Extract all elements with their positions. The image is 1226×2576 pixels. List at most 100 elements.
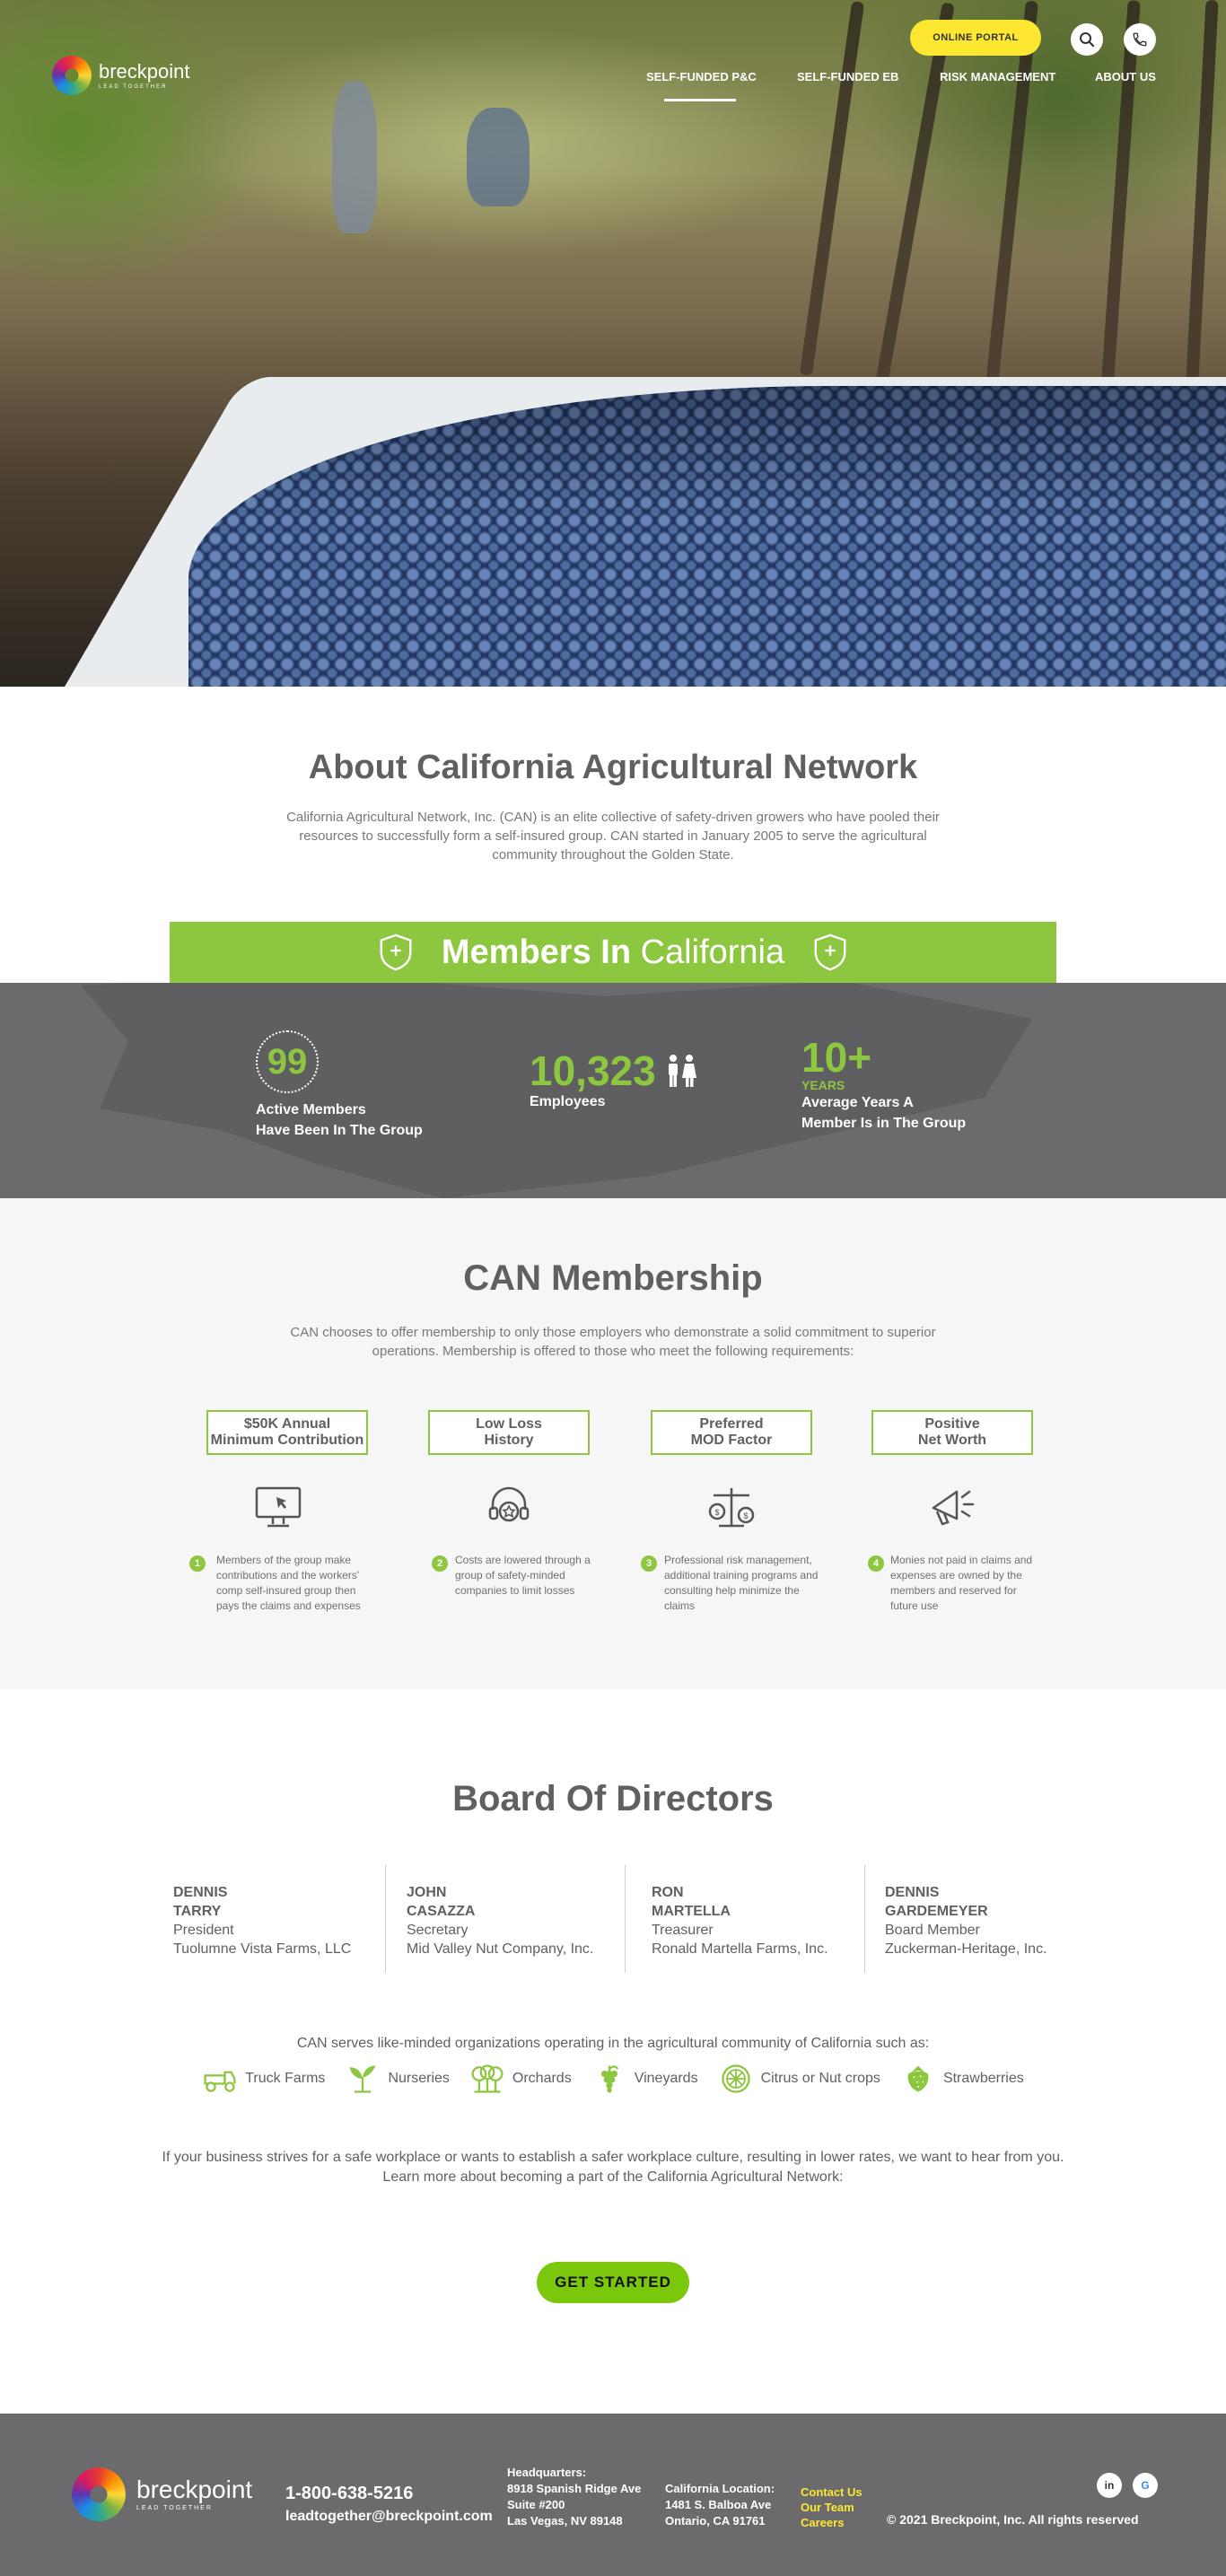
- trees-icon: [471, 2064, 504, 2093]
- footer-email[interactable]: leadtogether@breckpoint.com: [285, 2509, 493, 2525]
- industry-item: Citrus or Nut crops: [718, 2063, 880, 2095]
- footer-phone[interactable]: 1-800-638-5216: [285, 2484, 413, 2504]
- svg-text:$: $: [743, 1511, 748, 1520]
- footer: breckpoint LEAD TOGETHER 1-800-638-5216 …: [0, 2414, 1226, 2576]
- stat-years: 10+ YEARS Average Years A Member Is in T…: [801, 1037, 966, 1134]
- stat-members-value: 99: [267, 1042, 308, 1082]
- logo-burst-icon: [72, 2467, 126, 2521]
- serves-text: CAN serves like-minded organizations ope…: [296, 2036, 930, 2051]
- director-last-name: GARDEMEYER: [885, 1904, 988, 1919]
- phone-icon: [1133, 32, 1147, 47]
- director-first-name: JOHN: [407, 1885, 447, 1900]
- search-icon: [1080, 32, 1095, 48]
- hero-image: [0, 0, 1226, 687]
- requirement-title: Preferred: [699, 1416, 764, 1432]
- linkedin-label: in: [1104, 2479, 1115, 2492]
- footer-link-careers[interactable]: Careers: [801, 2516, 844, 2529]
- nav-self-funded-eb[interactable]: SELF-FUNDED EB: [797, 70, 898, 83]
- copyright-text: © 2021 Breckpoint, Inc. All rights reser…: [887, 2512, 1139, 2527]
- stat-years-unit: YEARS: [801, 1078, 845, 1092]
- cta-line-2: Learn more about becoming a part of the …: [382, 2169, 844, 2185]
- director-company: Ronald Martella Farms, Inc.: [652, 1941, 828, 1957]
- stat-years-value: 10+: [801, 1034, 872, 1081]
- google-icon[interactable]: G: [1133, 2473, 1158, 2498]
- requirement-box: Positive Net Worth: [871, 1410, 1033, 1455]
- brand-logo[interactable]: breckpoint LEAD TOGETHER: [52, 56, 190, 95]
- board-title-light: Of Directors: [556, 1779, 774, 1818]
- address-line: Ontario, CA 91761: [665, 2514, 766, 2528]
- membership-text: CAN chooses to offer membership to only …: [290, 1325, 936, 1359]
- industry-item: Strawberries: [900, 2063, 1024, 2095]
- megaphone-icon: [932, 1490, 975, 1526]
- director-card: DENNIS TARRY President Tuolumne Vista Fa…: [173, 1883, 389, 1958]
- phone-button[interactable]: [1124, 23, 1156, 56]
- address-line: Las Vegas, NV 89148: [507, 2514, 623, 2528]
- sprout-icon: [349, 2065, 376, 2093]
- requirement-title: $50K Annual: [243, 1416, 331, 1432]
- page: { "brand": {"name": "breckpoint", "tagli…: [0, 0, 1226, 2576]
- cta-line-1: If your business strives for a safe work…: [162, 2150, 1064, 2165]
- footer-logo[interactable]: breckpoint LEAD TOGETHER: [72, 2467, 252, 2521]
- monitor-cursor-icon: [255, 1486, 302, 1528]
- director-last-name: CASAZZA: [407, 1904, 476, 1919]
- citrus-icon: [721, 2064, 750, 2093]
- about-title-light: Agricultural Network: [574, 749, 918, 786]
- industry-item: Vineyards: [591, 2063, 698, 2095]
- requirement-box: Low Loss History: [428, 1410, 590, 1455]
- members-banner-light: California: [631, 933, 785, 971]
- members-banner-title: Members In California: [442, 933, 784, 972]
- linkedin-icon[interactable]: in: [1097, 2473, 1122, 2498]
- logo-text: breckpoint: [99, 59, 190, 83]
- requirement-subtitle: Minimum Contribution: [210, 1433, 364, 1448]
- nav-risk-management[interactable]: RISK MANAGEMENT: [940, 70, 1055, 83]
- scales-icon: $ $: [708, 1488, 755, 1528]
- industry-item: Truck Farms: [202, 2063, 325, 2095]
- nav-about-us[interactable]: ABOUT US: [1095, 70, 1156, 83]
- requirement-title: Low Loss: [476, 1416, 542, 1432]
- requirement-box: $50K Annual Minimum Contribution: [206, 1410, 368, 1455]
- director-first-name: DENNIS: [173, 1885, 228, 1900]
- board-title-bold: Board: [452, 1779, 556, 1818]
- online-portal-button[interactable]: ONLINE PORTAL: [910, 20, 1041, 56]
- nav-self-funded-pc[interactable]: SELF-FUNDED P&C: [646, 70, 757, 83]
- google-label: G: [1141, 2479, 1150, 2492]
- address-title: Headquarters:: [507, 2466, 587, 2479]
- tractor-icon: [204, 2071, 236, 2092]
- logo-tagline: LEAD TOGETHER: [99, 83, 168, 90]
- stat-members-label2: Have Been In The Group: [256, 1123, 423, 1138]
- footer-link-contact[interactable]: Contact Us: [801, 2485, 863, 2499]
- requirement-number: 3: [641, 1555, 657, 1572]
- industry-label: Orchards: [512, 2071, 572, 2086]
- about-text: California Agricultural Network, Inc. (C…: [286, 810, 940, 863]
- divider: [625, 1865, 626, 1973]
- stat-employees-value: 10,323: [530, 1047, 656, 1094]
- industry-item: Nurseries: [345, 2063, 450, 2095]
- director-first-name: DENNIS: [885, 1885, 940, 1900]
- stat-employees: 10,323 Employees: [530, 1050, 699, 1112]
- footer-link-team[interactable]: Our Team: [801, 2501, 854, 2514]
- requirement-description: Costs are lowered through a group of saf…: [455, 1554, 591, 1597]
- members-banner: Members In California: [170, 922, 1056, 983]
- requirement-title: Positive: [924, 1416, 980, 1432]
- shield-plus-icon: [814, 933, 846, 971]
- requirement-number: 4: [868, 1555, 884, 1572]
- board-title: Board Of Directors: [0, 1779, 1226, 1819]
- requirement-number: 2: [432, 1555, 448, 1572]
- director-card: DENNIS GARDEMEYER Board Member Zuckerman…: [885, 1883, 1100, 1958]
- requirement-subtitle: MOD Factor: [690, 1433, 773, 1448]
- stat-years-label1: Average Years A: [801, 1095, 914, 1110]
- industry-label: Strawberries: [942, 2071, 1024, 2086]
- director-company: Zuckerman-Heritage, Inc.: [885, 1941, 1047, 1957]
- search-button[interactable]: [1071, 23, 1103, 56]
- requirement-number: 1: [189, 1555, 206, 1572]
- requirement-subtitle: History: [484, 1433, 534, 1448]
- footer-hq-address: Headquarters: 8918 Spanish Ridge Ave Sui…: [507, 2465, 641, 2529]
- requirement-box: Preferred MOD Factor: [651, 1410, 812, 1455]
- director-company: Tuolumne Vista Farms, LLC: [173, 1941, 352, 1957]
- industries-list: Truck Farms Nurseries Orchards Vineyards…: [188, 2061, 1038, 2097]
- get-started-button[interactable]: GET STARTED: [537, 2262, 689, 2303]
- industry-item: Orchards: [469, 2063, 572, 2095]
- footer-ca-address: California Location: 1481 S. Balboa Ave …: [665, 2481, 775, 2529]
- headset-star-icon: [488, 1486, 530, 1522]
- logo-burst-icon: [52, 56, 92, 95]
